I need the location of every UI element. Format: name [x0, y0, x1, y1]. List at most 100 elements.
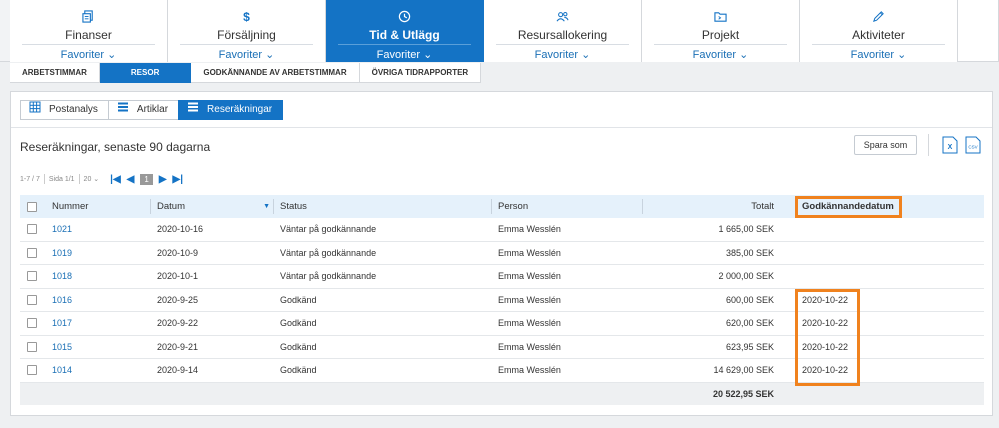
person-cell: Emma Wesslén — [498, 294, 561, 305]
chevron-down-icon: ⌄ — [423, 49, 433, 61]
totalt-cell: 14 629,00 SEK — [713, 365, 774, 376]
row-checkbox[interactable] — [27, 242, 37, 265]
nummer-link[interactable]: 1016 — [52, 289, 72, 312]
header-nummer[interactable]: Nummer — [52, 195, 88, 218]
folder-icon — [642, 10, 799, 24]
total-sum: 20 522,95 SEK — [712, 388, 774, 399]
table-row[interactable]: 1019 2020-10-9 Väntar på godkännande Emm… — [20, 242, 984, 265]
module-aktiviteter[interactable]: Aktiviteter Favoriter ⌄ — [800, 0, 958, 62]
view-reserakningar-button[interactable]: Reseräkningar — [178, 100, 284, 120]
tab-godkannande[interactable]: Godkännande av arbetstimmar — [191, 63, 360, 83]
status-cell: Godkänd — [280, 341, 317, 352]
save-as-button[interactable]: Spara som — [854, 135, 917, 155]
row-checkbox[interactable] — [27, 289, 37, 312]
module-tid-utlagg[interactable]: Tid & Utlägg Favoriter ⌄ — [326, 0, 484, 62]
chevron-down-icon: ⌄ — [265, 49, 275, 61]
totalt-cell: 623,95 SEK — [725, 341, 774, 352]
tab-ovriga-tidrapporter[interactable]: Övriga tidrapporter — [359, 63, 482, 83]
header-status[interactable]: Status — [280, 195, 307, 218]
svg-text:$: $ — [243, 10, 250, 23]
list-icon — [187, 101, 199, 120]
table-row[interactable]: 1018 2020-10-1 Väntar på godkännande Emm… — [20, 265, 984, 289]
module-resursallokering[interactable]: Resursallokering Favoriter ⌄ — [484, 0, 642, 62]
chevron-down-icon: ⌄ — [93, 176, 100, 183]
nummer-link[interactable]: 1015 — [52, 336, 72, 359]
grid-icon — [29, 101, 41, 120]
favorites-dropdown[interactable]: Favoriter ⌄ — [326, 48, 483, 61]
favorites-dropdown[interactable]: Favoriter ⌄ — [168, 48, 325, 61]
module-bar-filler — [958, 0, 999, 61]
nummer-link[interactable]: 1018 — [52, 265, 72, 288]
datum-cell: 2020-10-16 — [157, 224, 204, 235]
view-switcher: Postanalys Artiklar Reseräkningar — [20, 100, 284, 120]
datum-cell: 2020-10-1 — [157, 271, 199, 282]
pen-icon — [800, 10, 957, 24]
header-person[interactable]: Person — [498, 195, 528, 218]
status-cell: Väntar på godkännande — [280, 247, 377, 258]
chevron-down-icon: ⌄ — [739, 49, 749, 61]
favorites-dropdown[interactable]: Favoriter ⌄ — [642, 48, 799, 61]
tab-resor[interactable]: Resor — [99, 63, 192, 83]
row-checkbox[interactable] — [27, 359, 37, 382]
header-totalt[interactable]: Totalt — [650, 195, 774, 218]
header-datum[interactable]: Datum ▼ — [157, 195, 270, 218]
view-postanalys-button[interactable]: Postanalys — [20, 100, 109, 120]
datum-cell: 2020-9-14 — [157, 365, 199, 376]
view-artiklar-button[interactable]: Artiklar — [107, 100, 180, 120]
next-page-icon[interactable]: ▶ — [159, 174, 167, 185]
chevron-down-icon: ⌄ — [897, 49, 907, 61]
totalt-cell: 1 665,00 SEK — [718, 224, 774, 235]
module-forsaljning[interactable]: $ Försäljning Favoriter ⌄ — [168, 0, 326, 62]
datum-cell: 2020-9-25 — [157, 294, 199, 305]
dollar-icon: $ — [168, 10, 325, 24]
chevron-down-icon: ⌄ — [107, 49, 117, 61]
module-label: Försäljning — [217, 28, 276, 42]
person-cell: Emma Wesslén — [498, 318, 561, 329]
favorites-dropdown[interactable]: Favoriter ⌄ — [10, 48, 167, 61]
row-checkbox[interactable] — [27, 312, 37, 335]
module-label: Projekt — [701, 28, 740, 42]
report-panel: Postanalys Artiklar Reseräkningar Reserä… — [10, 91, 993, 416]
prev-page-icon[interactable]: ◀ — [127, 174, 135, 185]
expense-report-table: Nummer Datum ▼ Status Person Totalt Godkä… — [20, 195, 984, 405]
favorites-dropdown[interactable]: Favoriter ⌄ — [484, 48, 641, 61]
tab-arbetstimmar[interactable]: Arbetstimmar — [10, 63, 100, 83]
svg-text:CSV: CSV — [968, 145, 977, 150]
table-row[interactable]: 1021 2020-10-16 Väntar på godkännande Em… — [20, 218, 984, 242]
status-cell: Väntar på godkännande — [280, 271, 377, 282]
people-icon — [484, 10, 641, 24]
nummer-link[interactable]: 1021 — [52, 218, 72, 241]
status-cell: Väntar på godkännande — [280, 224, 377, 235]
nummer-link[interactable]: 1017 — [52, 312, 72, 335]
report-title: Reseräkningar, senaste 90 dagarna — [20, 140, 211, 154]
page-size-select[interactable]: 20 ⌄ — [84, 175, 100, 183]
finance-icon — [10, 10, 167, 24]
module-projekt[interactable]: Projekt Favoriter ⌄ — [642, 0, 800, 62]
excel-export-icon[interactable]: X — [942, 136, 958, 154]
person-cell: Emma Wesslén — [498, 271, 561, 282]
favorites-dropdown[interactable]: Favoriter ⌄ — [800, 48, 957, 61]
module-label: Aktiviteter — [852, 28, 905, 42]
row-checkbox[interactable] — [27, 336, 37, 359]
first-page-icon[interactable]: |◀ — [110, 174, 121, 185]
last-page-icon[interactable]: ▶| — [173, 174, 184, 185]
svg-text:X: X — [948, 144, 953, 151]
nummer-link[interactable]: 1019 — [52, 242, 72, 265]
nummer-link[interactable]: 1014 — [52, 359, 72, 382]
row-checkbox[interactable] — [27, 218, 37, 241]
csv-export-icon[interactable]: CSV — [965, 136, 981, 154]
pagination: 1-7 / 7 Sida 1/1 20 ⌄ |◀ ◀ 1 ▶ ▶| — [20, 172, 186, 186]
status-cell: Godkänd — [280, 294, 317, 305]
status-cell: Godkänd — [280, 318, 317, 329]
person-cell: Emma Wesslén — [498, 341, 561, 352]
person-cell: Emma Wesslén — [498, 247, 561, 258]
select-all-checkbox[interactable] — [27, 195, 37, 218]
list-icon — [117, 101, 129, 120]
module-finanser[interactable]: Finanser Favoriter ⌄ — [10, 0, 168, 62]
datum-cell: 2020-10-9 — [157, 247, 199, 258]
subtab-bar: Arbetstimmar Resor Godkännande av arbets… — [10, 63, 482, 83]
pager-page: Sida 1/1 — [48, 175, 75, 183]
row-checkbox[interactable] — [27, 265, 37, 288]
totalt-cell: 620,00 SEK — [725, 318, 774, 329]
current-page[interactable]: 1 — [140, 173, 153, 185]
